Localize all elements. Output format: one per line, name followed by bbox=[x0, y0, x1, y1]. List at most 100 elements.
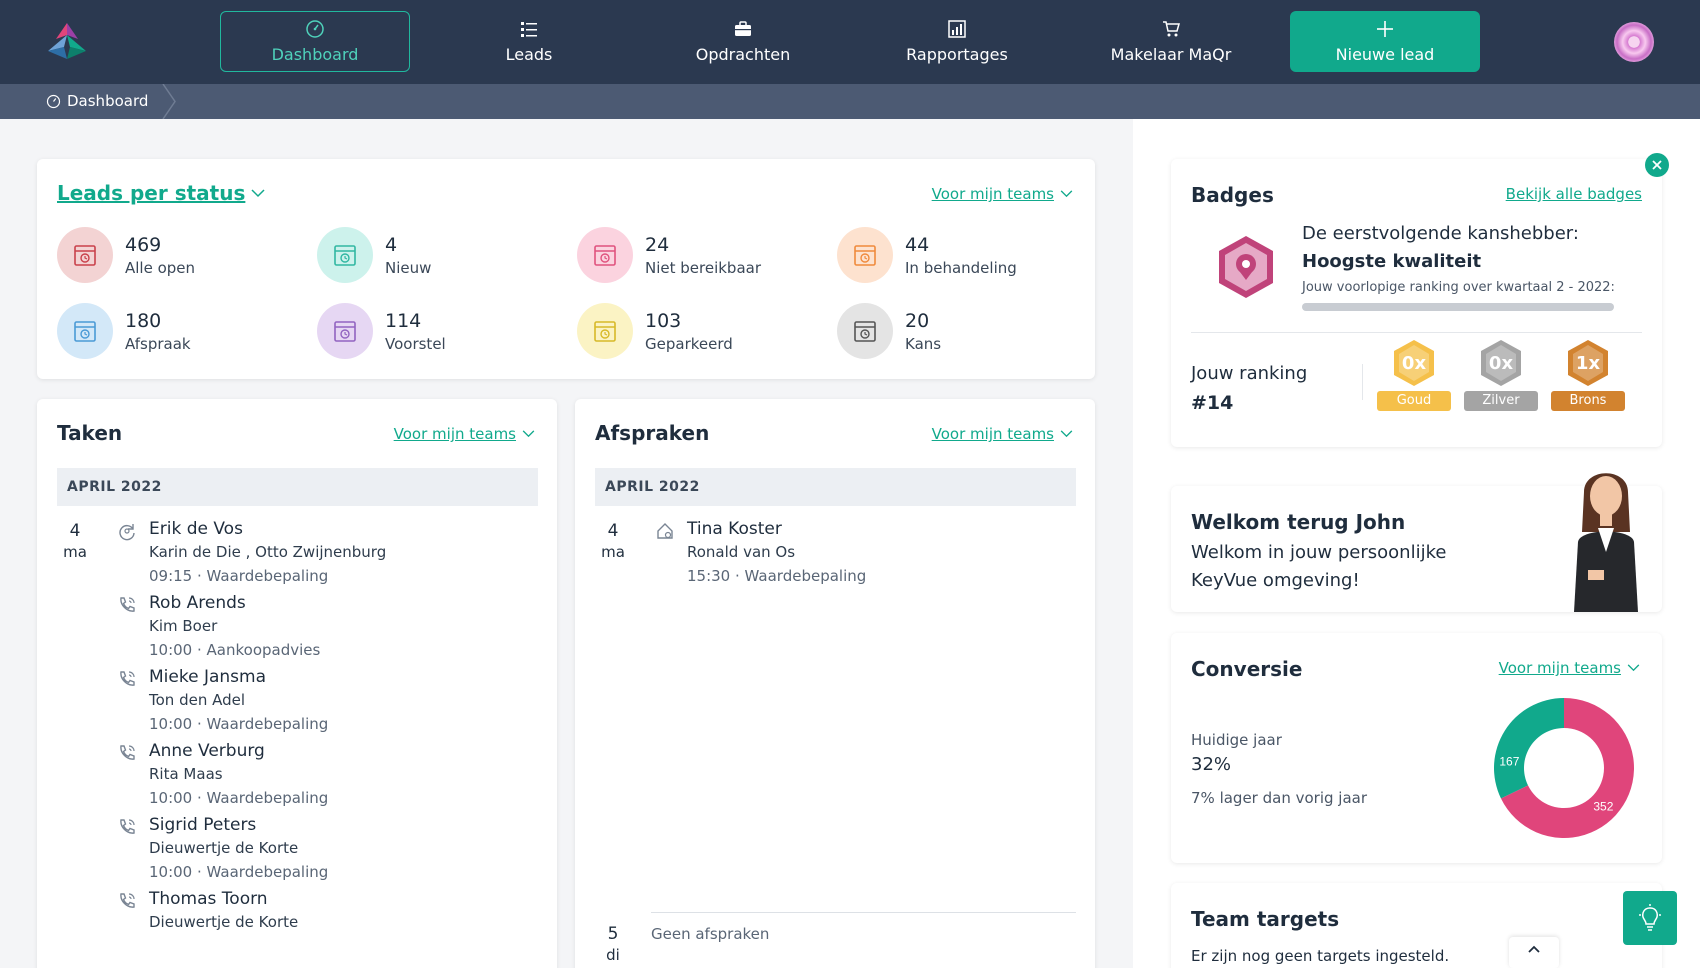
scroll-up-button[interactable] bbox=[1509, 937, 1559, 968]
afspraken-day-number: 4 bbox=[607, 521, 619, 541]
phone-icon bbox=[120, 671, 135, 686]
taken-day-number: 4 bbox=[69, 521, 81, 541]
tips-button[interactable] bbox=[1623, 891, 1677, 945]
status-count: 114 bbox=[385, 309, 422, 332]
medal-brons[interactable]: 1x Brons bbox=[1551, 339, 1625, 411]
conversie-title: Conversie bbox=[1191, 657, 1303, 681]
nav-opdrachten[interactable]: Opdrachten bbox=[648, 11, 838, 72]
user-avatar[interactable] bbox=[1614, 22, 1654, 62]
conversion-donut-chart: 167 352 bbox=[1494, 698, 1634, 838]
dashboard-icon bbox=[306, 20, 324, 38]
task-item[interactable]: Thomas Toorn Dieuwertje de Korte bbox=[117, 889, 517, 959]
task-time: 10:00 · Waardebepaling bbox=[149, 863, 329, 881]
view-all-badges-link[interactable]: Bekijk alle badges bbox=[1506, 185, 1642, 203]
status-icon-circle bbox=[577, 227, 633, 283]
calendar-clock-icon bbox=[334, 321, 356, 342]
task-item[interactable]: Mieke Jansma Ton den Adel 10:00 · Waarde… bbox=[117, 667, 517, 737]
nav-makelaar-maqr[interactable]: Makelaar MaQr bbox=[1076, 11, 1266, 72]
status-geparkeerd[interactable]: 103 Geparkeerd bbox=[577, 303, 733, 359]
status-label: In behandeling bbox=[905, 258, 1017, 277]
task-contacts: Ton den Adel bbox=[149, 691, 246, 709]
afspraken-title: Afspraken bbox=[595, 421, 710, 445]
status-label: Alle open bbox=[125, 258, 196, 277]
status-nieuw[interactable]: 4 Nieuw bbox=[317, 227, 431, 283]
keyvue-logo[interactable] bbox=[46, 21, 88, 61]
nav-leads[interactable]: Leads bbox=[434, 11, 624, 72]
afspraken-day-name-2: di bbox=[606, 946, 620, 964]
divider bbox=[651, 912, 1076, 913]
afspraken-card: Afspraken Voor mijn teams APRIL 2022 4 m… bbox=[575, 399, 1095, 968]
top-navigation: Dashboard Leads Opdrachten Rapportages M… bbox=[0, 0, 1700, 84]
task-time: 10:00 · Aankoopadvies bbox=[149, 641, 321, 659]
task-time: 10:00 · Waardebepaling bbox=[149, 715, 329, 733]
nav-makelaar-label: Makelaar MaQr bbox=[1110, 45, 1232, 64]
status-in-behandeling[interactable]: 44 In behandeling bbox=[837, 227, 1017, 283]
afspraken-day-name: ma bbox=[601, 543, 625, 561]
taken-team-filter[interactable]: Voor mijn teams bbox=[394, 425, 535, 443]
conversie-filter-label: Voor mijn teams bbox=[1498, 659, 1621, 677]
status-kans[interactable]: 20 Kans bbox=[837, 303, 941, 359]
plus-icon bbox=[1377, 21, 1393, 37]
nav-dashboard[interactable]: Dashboard bbox=[220, 11, 410, 72]
new-lead-button[interactable]: Nieuwe lead bbox=[1290, 11, 1480, 72]
ranking-progress-bar bbox=[1302, 303, 1614, 311]
status-count: 4 bbox=[385, 233, 398, 256]
nav-opdrachten-label: Opdrachten bbox=[695, 45, 791, 64]
appointment-contact: Ronald van Os bbox=[687, 543, 796, 561]
afspraken-date: 4 ma bbox=[595, 521, 631, 561]
leads-filter-label: Voor mijn teams bbox=[931, 185, 1054, 203]
taken-filter-label: Voor mijn teams bbox=[393, 425, 516, 443]
task-time: 09:15 · Waardebepaling bbox=[149, 567, 329, 585]
status-label: Niet bereikbaar bbox=[645, 258, 762, 277]
medal-label: Brons bbox=[1551, 391, 1625, 411]
no-appointments-text: Geen afspraken bbox=[651, 925, 770, 943]
leads-per-status-title[interactable]: Leads per status bbox=[57, 181, 265, 205]
medal-count: 1x bbox=[1575, 352, 1601, 374]
status-icon-circle bbox=[837, 227, 893, 283]
task-name: Mieke Jansma bbox=[149, 667, 266, 687]
task-item[interactable]: Anne Verburg Rita Maas 10:00 · Waardebep… bbox=[117, 741, 517, 811]
next-badge-label: De eerstvolgende kanshebber: bbox=[1302, 223, 1579, 244]
status-icon-circle bbox=[57, 303, 113, 359]
briefcase-icon bbox=[735, 21, 751, 36]
breadcrumb-dashboard[interactable]: Dashboard bbox=[46, 92, 148, 110]
status-icon-circle bbox=[837, 303, 893, 359]
status-label: Geparkeerd bbox=[645, 334, 733, 353]
welcome-title: Welkom terug John bbox=[1191, 510, 1406, 534]
task-contacts: Karin de Die , Otto Zwijnenburg bbox=[149, 543, 387, 561]
afspraken-team-filter[interactable]: Voor mijn teams bbox=[932, 425, 1073, 443]
nav-rapportages[interactable]: Rapportages bbox=[862, 11, 1052, 72]
phone-icon bbox=[120, 819, 135, 834]
phone-icon bbox=[120, 597, 135, 612]
medal-hexagon-icon: 0x bbox=[1479, 339, 1523, 387]
task-item[interactable]: Sigrid Peters Dieuwertje de Korte 10:00 … bbox=[117, 815, 517, 885]
task-name: Erik de Vos bbox=[149, 519, 243, 539]
medal-zilver[interactable]: 0x Zilver bbox=[1464, 339, 1538, 411]
task-item[interactable]: Erik de Vos Karin de Die , Otto Zwijnenb… bbox=[117, 519, 517, 589]
status-alle-open[interactable]: 469 Alle open bbox=[57, 227, 195, 283]
status-voorstel[interactable]: 114 Voorstel bbox=[317, 303, 446, 359]
task-item[interactable]: Rob Arends Kim Boer 10:00 · Aankoopadvie… bbox=[117, 593, 517, 663]
status-afspraak[interactable]: 180 Afspraak bbox=[57, 303, 191, 359]
nav-leads-label: Leads bbox=[505, 45, 553, 64]
calendar-clock-icon bbox=[74, 321, 96, 342]
task-name: Rob Arends bbox=[149, 593, 246, 613]
divider bbox=[1362, 364, 1363, 400]
calendar-clock-icon bbox=[334, 245, 356, 266]
current-year-label: Huidige jaar bbox=[1191, 731, 1282, 749]
house-icon bbox=[657, 523, 673, 539]
status-niet-bereikbaar[interactable]: 24 Niet bereikbaar bbox=[577, 227, 761, 283]
assistant-illustration bbox=[1574, 473, 1638, 612]
calendar-clock-icon bbox=[854, 245, 876, 266]
conversie-team-filter[interactable]: Voor mijn teams bbox=[1499, 659, 1640, 677]
welcome-card: Welkom terug John Welkom in jouw persoon… bbox=[1171, 473, 1662, 612]
nav-dashboard-label: Dashboard bbox=[271, 45, 359, 64]
leads-team-filter[interactable]: Voor mijn teams bbox=[932, 185, 1073, 203]
refresh-icon bbox=[119, 524, 135, 541]
appointment-name: Tina Koster bbox=[687, 519, 782, 539]
close-button[interactable] bbox=[1645, 153, 1669, 177]
breadcrumb: Dashboard bbox=[0, 84, 1700, 119]
status-count: 24 bbox=[645, 233, 670, 256]
medal-goud[interactable]: 0x Goud bbox=[1377, 339, 1451, 411]
chevron-down-icon bbox=[1060, 190, 1073, 198]
